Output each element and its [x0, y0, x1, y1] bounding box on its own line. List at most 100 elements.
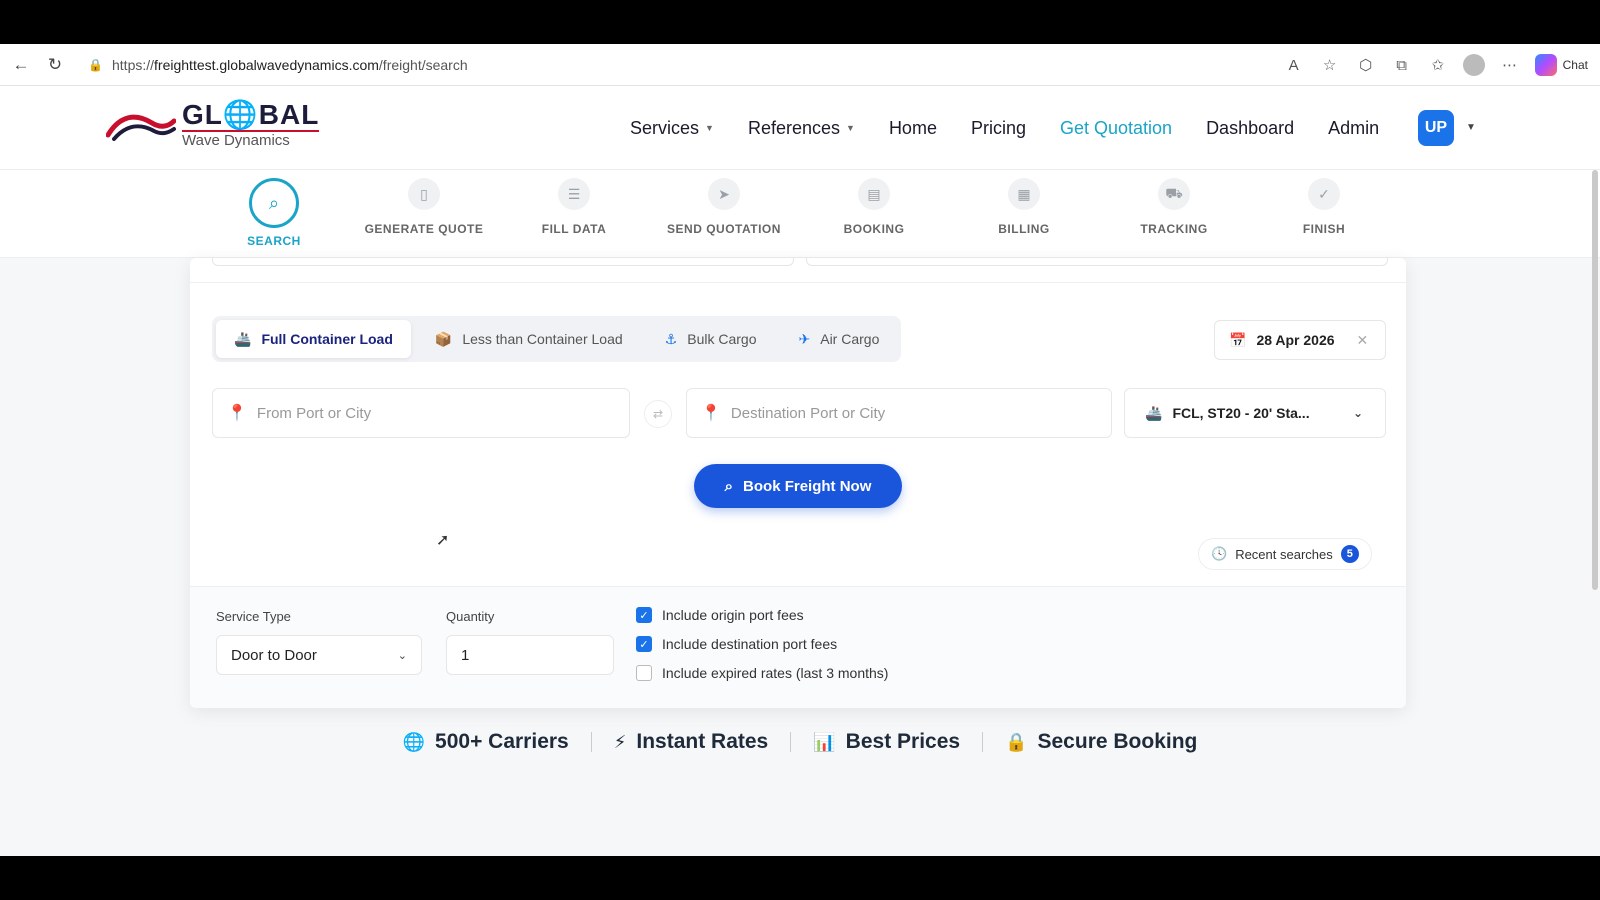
- letterbox-bottom: [0, 856, 1600, 900]
- nav-get-quotation[interactable]: Get Quotation: [1060, 118, 1172, 139]
- lock-icon: 🔒: [88, 58, 103, 72]
- origin-fees-option[interactable]: ✓ Include origin port fees: [636, 607, 804, 623]
- nav-pricing[interactable]: Pricing: [971, 118, 1026, 139]
- destination-input[interactable]: 📍 Destination Port or City: [686, 388, 1112, 438]
- back-icon[interactable]: ←: [8, 52, 34, 78]
- site-header: GL🌐BAL Wave Dynamics Services ▼ Referenc…: [0, 86, 1600, 170]
- airplane-icon: ✈: [798, 330, 811, 347]
- date-value: 28 Apr 2026: [1256, 332, 1335, 348]
- browser-toolbar: ← ↻ 🔒 https:// freighttest.globalwavedyn…: [0, 44, 1600, 86]
- step-send-quotation[interactable]: ➤ SEND QUOTATION: [649, 178, 799, 236]
- feature-carriers: 🌐 500+ Carriers: [381, 730, 591, 754]
- favorites-icon[interactable]: ✩: [1427, 54, 1449, 76]
- feature-label: Secure Booking: [1037, 730, 1198, 753]
- origin-input[interactable]: 📍 From Port or City: [212, 388, 630, 438]
- tab-label: Full Container Load: [261, 331, 393, 347]
- quantity-label: Quantity: [446, 609, 495, 624]
- book-freight-button[interactable]: ⌕ Book Freight Now: [694, 464, 902, 508]
- service-type-select[interactable]: Door to Door ⌄: [216, 635, 422, 675]
- document-icon: ▯: [408, 178, 440, 210]
- nav-references-label: References: [747, 117, 841, 138]
- nav-services-label: Services: [630, 117, 700, 138]
- caret-down-icon: ▼: [846, 123, 855, 133]
- user-avatar[interactable]: UP: [1418, 110, 1454, 146]
- clear-date-icon[interactable]: ✕: [1357, 332, 1369, 349]
- recent-searches-label: Recent searches: [1235, 546, 1333, 562]
- nav-dashboard[interactable]: Dashboard: [1206, 118, 1294, 139]
- date-picker[interactable]: 📅 28 Apr 2026 ✕: [1214, 320, 1386, 360]
- main-navigation: Services ▼ References ▼ Home Pricing Get…: [630, 86, 1379, 170]
- feature-label: 500+ Carriers: [435, 730, 569, 753]
- workflow-stepper: ⌕ SEARCH ▯ GENERATE QUOTE ☰ FILL DATA ➤ …: [0, 170, 1600, 258]
- nav-references[interactable]: References ▼: [748, 118, 855, 139]
- step-generate-quote[interactable]: ▯ GENERATE QUOTE: [349, 178, 499, 236]
- tab-air-cargo[interactable]: ✈ Air Cargo: [781, 320, 898, 358]
- url-path: /freight/search: [378, 57, 468, 73]
- wave-logo-icon: [106, 114, 176, 141]
- feature-label: Best Prices: [845, 730, 961, 753]
- location-pin-icon: 📍: [227, 405, 247, 422]
- form-icon: ☰: [558, 178, 590, 210]
- nav-services[interactable]: Services ▼: [630, 118, 714, 139]
- destination-fees-option[interactable]: ✓ Include destination port fees: [636, 636, 837, 652]
- container-type-select[interactable]: 🚢 FCL, ST20 - 20' Sta... ⌄: [1124, 388, 1386, 438]
- service-type-value: Door to Door: [231, 646, 317, 664]
- calendar-icon: 📅: [1229, 331, 1247, 348]
- step-finish[interactable]: ✓ FINISH: [1249, 178, 1399, 236]
- tab-less-than-container-load[interactable]: 📦 Less than Container Load: [417, 320, 641, 358]
- recent-count-badge: 5: [1340, 545, 1359, 563]
- read-aloud-icon[interactable]: A: [1283, 54, 1305, 76]
- destination-fees-label: Include destination port fees: [662, 636, 838, 652]
- recent-searches-button[interactable]: 🕓 Recent searches 5: [1198, 538, 1372, 570]
- ship-icon: 🚢: [1145, 404, 1163, 421]
- copilot-button[interactable]: Chat: [1534, 54, 1588, 76]
- split-screen-icon[interactable]: ⧉: [1391, 54, 1413, 76]
- feature-label: Instant Rates: [636, 730, 769, 753]
- checkbox-checked[interactable]: ✓: [636, 636, 652, 652]
- step-tracking[interactable]: ⛟ TRACKING: [1099, 178, 1249, 236]
- tab-label: Bulk Cargo: [687, 331, 757, 347]
- more-icon[interactable]: ⋯: [1499, 54, 1521, 76]
- lock-icon: 🔒: [1005, 731, 1028, 752]
- step-booking[interactable]: ▤ BOOKING: [799, 178, 949, 236]
- expired-rates-option[interactable]: Include expired rates (last 3 months): [636, 665, 888, 681]
- package-icon: 📦: [434, 330, 453, 347]
- step-fill-data[interactable]: ☰ FILL DATA: [499, 178, 649, 236]
- tab-full-container-load[interactable]: 🚢 Full Container Load: [216, 320, 411, 358]
- browser-window: ← ↻ 🔒 https:// freighttest.globalwavedyn…: [0, 44, 1600, 856]
- divider: [190, 282, 1406, 283]
- profile-avatar[interactable]: [1462, 54, 1485, 76]
- step-search[interactable]: ⌕ SEARCH: [199, 178, 349, 248]
- brand-tagline: Wave Dynamics: [182, 130, 320, 149]
- swap-ports-icon[interactable]: ⇄: [644, 400, 672, 428]
- step-label: TRACKING: [1140, 222, 1208, 236]
- tab-bulk-cargo[interactable]: ⚓ Bulk Cargo: [647, 320, 775, 358]
- nav-admin[interactable]: Admin: [1328, 118, 1379, 139]
- brand-logo[interactable]: GL🌐BAL Wave Dynamics: [106, 99, 320, 149]
- page-scrollbar[interactable]: [1592, 170, 1598, 590]
- checkbox-checked[interactable]: ✓: [636, 607, 652, 623]
- feature-instant-rates: ⚡ Instant Rates: [592, 730, 791, 754]
- bar-chart-icon: 📊: [813, 731, 836, 752]
- favorite-star-icon[interactable]: ☆: [1319, 54, 1341, 76]
- address-bar[interactable]: 🔒 https:// freighttest.globalwavedynamic…: [78, 50, 1278, 80]
- url-host: freighttest.globalwavedynamics.com: [154, 57, 379, 73]
- step-label: FINISH: [1302, 222, 1346, 236]
- step-billing[interactable]: ▦ BILLING: [949, 178, 1099, 236]
- quantity-input[interactable]: 1: [446, 635, 614, 675]
- nav-home[interactable]: Home: [889, 118, 937, 139]
- search-icon: ⌕: [249, 178, 299, 228]
- anchor-icon: ⚓: [664, 330, 678, 347]
- user-menu-caret-icon[interactable]: ▼: [1466, 122, 1476, 133]
- browser-actions: A ☆ ⬡ ⧉ ✩ ⋯ Chat: [1283, 44, 1600, 86]
- brand-name: GL🌐BAL: [182, 99, 320, 130]
- chevron-down-icon: ⌄: [1352, 406, 1363, 420]
- extensions-icon[interactable]: ⬡: [1355, 54, 1377, 76]
- letterbox-top: [0, 0, 1600, 44]
- reload-icon[interactable]: ↻: [42, 52, 68, 78]
- caret-down-icon: ▼: [705, 123, 714, 133]
- step-label: BOOKING: [843, 222, 905, 236]
- step-label: SEND QUOTATION: [667, 222, 781, 236]
- checkbox-unchecked[interactable]: [636, 665, 652, 681]
- step-label: FILL DATA: [541, 222, 607, 236]
